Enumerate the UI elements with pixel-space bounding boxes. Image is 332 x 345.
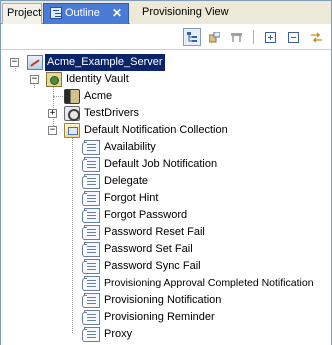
notification-template-icon xyxy=(82,140,100,155)
identity-vault-icon xyxy=(46,72,62,87)
tree-node-testdrivers[interactable]: + TestDrivers xyxy=(48,105,324,122)
view-tab-strip: Project Outline ✕ Provisioning View xyxy=(1,1,331,24)
filter-button[interactable] xyxy=(227,28,245,46)
template-label: Provisioning Notification xyxy=(104,294,222,306)
hierarchy-view-button[interactable] xyxy=(183,28,201,46)
collapse-toggle[interactable]: − xyxy=(10,58,19,67)
tree-node-identity-vault[interactable]: − Identity Vault xyxy=(30,71,326,88)
sync-icon xyxy=(311,32,322,43)
notification-template-icon xyxy=(82,174,100,189)
close-icon[interactable]: ✕ xyxy=(112,4,122,23)
tree-node-template[interactable]: Provisioning Reminder xyxy=(82,309,324,326)
template-label: Password Set Fail xyxy=(104,243,193,255)
toolbar-separator xyxy=(253,30,254,44)
collapse-toggle[interactable]: − xyxy=(48,126,57,135)
tree-node-template[interactable]: Proxy xyxy=(82,326,324,343)
template-label: Provisioning Approval Completed Notifica… xyxy=(104,277,314,289)
tree-node-template[interactable]: Forgot Hint xyxy=(82,190,324,207)
collapse-all-button[interactable] xyxy=(284,28,302,46)
notification-collection-icon xyxy=(64,123,80,138)
tree-node-template[interactable]: Password Sync Fail xyxy=(82,258,324,275)
notification-template-icon xyxy=(82,157,100,172)
tree-node-server[interactable]: − Acme_Example_Server xyxy=(10,54,327,71)
template-label: Availability xyxy=(104,141,156,153)
notification-template-icon xyxy=(82,276,100,291)
hierarchy-view-icon xyxy=(187,32,197,42)
show-attributes-icon xyxy=(209,32,220,43)
server-label: Acme_Example_Server xyxy=(45,54,165,71)
tree-node-template[interactable]: Default Job Notification xyxy=(82,156,324,173)
tree-node-acme[interactable]: Acme xyxy=(64,88,324,105)
outline-toolbar xyxy=(1,24,331,50)
tab-outline-label: Outline xyxy=(65,7,100,19)
expand-toggle[interactable]: + xyxy=(48,109,57,118)
notification-template-icon xyxy=(82,191,100,206)
tree-node-template[interactable]: Provisioning Approval Completed Notifica… xyxy=(82,275,329,292)
expand-all-icon xyxy=(265,32,276,43)
notification-template-icon xyxy=(82,327,100,342)
outline-tree: − Acme_Example_Server − Identity Vault A… xyxy=(1,51,331,345)
drivers-icon xyxy=(64,106,80,121)
tree-connector xyxy=(53,96,63,97)
template-label: Provisioning Reminder xyxy=(104,311,215,323)
notification-template-icon xyxy=(82,208,100,223)
acme-label: Acme xyxy=(84,90,113,102)
driver-set-icon xyxy=(64,89,80,104)
tree-connector xyxy=(72,133,73,333)
outline-icon xyxy=(50,7,62,19)
tree-node-template[interactable]: Forgot Password xyxy=(82,207,324,224)
sync-button[interactable] xyxy=(307,28,325,46)
template-label: Password Reset Fail xyxy=(104,226,205,238)
tree-node-template[interactable]: Provisioning Notification xyxy=(82,292,324,309)
tab-project[interactable]: Project xyxy=(2,3,42,24)
notification-collection-label: Default Notification Collection xyxy=(84,124,228,136)
tab-provisioning-view[interactable]: Provisioning View xyxy=(130,3,259,24)
template-label: Password Sync Fail xyxy=(104,260,201,272)
notification-template-icon xyxy=(82,310,100,325)
tree-node-template[interactable]: Password Set Fail xyxy=(82,241,324,258)
show-attributes-button[interactable] xyxy=(205,28,223,46)
notification-template-icon xyxy=(82,225,100,240)
server-icon xyxy=(27,55,43,70)
notification-template-icon xyxy=(82,259,100,274)
identity-vault-label: Identity Vault xyxy=(66,73,129,85)
tab-strip-spacer xyxy=(259,1,331,24)
template-label: Proxy xyxy=(104,328,133,340)
tree-node-notification-collection[interactable]: − Default Notification Collection xyxy=(48,122,324,139)
template-label: Delegate xyxy=(104,175,149,187)
template-label: Forgot Hint xyxy=(104,192,159,204)
tree-node-template[interactable]: Delegate xyxy=(82,173,324,190)
tree-node-template[interactable]: Password Reset Fail xyxy=(82,224,324,241)
outline-view-panel: Project Outline ✕ Provisioning View − Ac… xyxy=(0,0,332,345)
template-label: Forgot Password xyxy=(104,209,188,221)
filter-icon xyxy=(231,33,242,42)
notification-template-icon xyxy=(82,242,100,257)
collapse-all-icon xyxy=(288,32,299,43)
tab-outline[interactable]: Outline ✕ xyxy=(43,3,129,24)
expand-all-button[interactable] xyxy=(261,28,279,46)
testdrivers-label: TestDrivers xyxy=(84,107,140,119)
tree-connector xyxy=(53,82,54,130)
template-label: Default Job Notification xyxy=(104,158,218,170)
tree-node-template[interactable]: Availability xyxy=(82,139,324,156)
notification-template-icon xyxy=(82,293,100,308)
collapse-toggle[interactable]: − xyxy=(30,75,39,84)
